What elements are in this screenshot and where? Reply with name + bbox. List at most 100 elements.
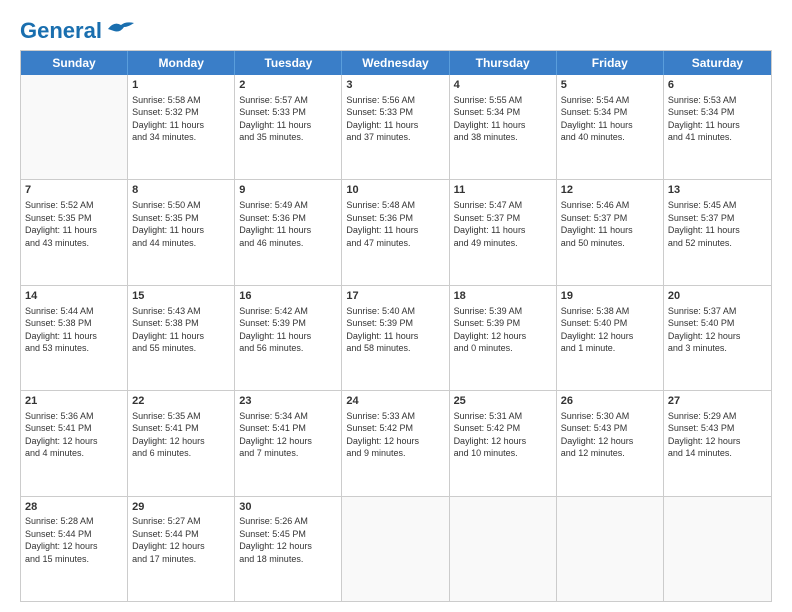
calendar-day-3: 3Sunrise: 5:56 AM Sunset: 5:33 PM Daylig… xyxy=(342,75,449,179)
logo-bird-icon xyxy=(106,19,136,39)
day-number: 19 xyxy=(561,289,659,304)
day-details: Sunrise: 5:58 AM Sunset: 5:32 PM Dayligh… xyxy=(132,95,204,142)
day-details: Sunrise: 5:48 AM Sunset: 5:36 PM Dayligh… xyxy=(346,200,418,247)
day-number: 21 xyxy=(25,394,123,409)
day-details: Sunrise: 5:53 AM Sunset: 5:34 PM Dayligh… xyxy=(668,95,740,142)
logo: General xyxy=(20,18,136,40)
calendar: SundayMondayTuesdayWednesdayThursdayFrid… xyxy=(20,50,772,602)
calendar-empty-cell xyxy=(664,497,771,601)
weekday-header-friday: Friday xyxy=(557,51,664,75)
day-number: 8 xyxy=(132,183,230,198)
day-details: Sunrise: 5:38 AM Sunset: 5:40 PM Dayligh… xyxy=(561,306,634,353)
day-number: 27 xyxy=(668,394,767,409)
day-number: 2 xyxy=(239,78,337,93)
calendar-day-20: 20 Sunrise: 5:37 AM Sunset: 5:40 PM Dayli… xyxy=(664,286,771,390)
calendar-day-1: 1Sunrise: 5:58 AM Sunset: 5:32 PM Daylig… xyxy=(128,75,235,179)
day-details: Sunrise: 5:50 AM Sunset: 5:35 PM Dayligh… xyxy=(132,200,204,247)
calendar-day-24: 24Sunrise: 5:33 AM Sunset: 5:42 PM Dayli… xyxy=(342,391,449,495)
day-number: 20 xyxy=(668,289,767,304)
day-number: 30 xyxy=(239,500,337,515)
weekday-header-wednesday: Wednesday xyxy=(342,51,449,75)
calendar-day-17: 17 Sunrise: 5:40 AM Sunset: 5:39 PM Dayli… xyxy=(342,286,449,390)
calendar-day-22: 22Sunrise: 5:35 AM Sunset: 5:41 PM Dayli… xyxy=(128,391,235,495)
day-number: 25 xyxy=(454,394,552,409)
day-details: Sunrise: 5:27 AM Sunset: 5:44 PM Dayligh… xyxy=(132,516,205,563)
calendar-day-7: 7Sunrise: 5:52 AM Sunset: 5:35 PM Daylig… xyxy=(21,180,128,284)
day-number: 28 xyxy=(25,500,123,515)
day-details: Sunrise: 5:45 AM Sunset: 5:37 PM Dayligh… xyxy=(668,200,740,247)
day-details: Sunrise: 5:42 AM Sunset: 5:39 PM Dayligh… xyxy=(239,306,311,353)
calendar-day-29: 29Sunrise: 5:27 AM Sunset: 5:44 PM Dayli… xyxy=(128,497,235,601)
calendar-row-3: 21 Sunrise: 5:36 AM Sunset: 5:41 PM Dayli… xyxy=(21,391,771,496)
day-details: Sunrise: 5:26 AM Sunset: 5:45 PM Dayligh… xyxy=(239,516,312,563)
calendar-empty-cell xyxy=(21,75,128,179)
day-number: 3 xyxy=(346,78,444,93)
calendar-day-9: 9 Sunrise: 5:49 AM Sunset: 5:36 PM Daylig… xyxy=(235,180,342,284)
calendar-day-12: 12 Sunrise: 5:46 AM Sunset: 5:37 PM Dayli… xyxy=(557,180,664,284)
calendar-day-30: 30Sunrise: 5:26 AM Sunset: 5:45 PM Dayli… xyxy=(235,497,342,601)
calendar-day-26: 26Sunrise: 5:30 AM Sunset: 5:43 PM Dayli… xyxy=(557,391,664,495)
day-details: Sunrise: 5:30 AM Sunset: 5:43 PM Dayligh… xyxy=(561,411,634,458)
calendar-day-10: 10 Sunrise: 5:48 AM Sunset: 5:36 PM Dayli… xyxy=(342,180,449,284)
day-details: Sunrise: 5:35 AM Sunset: 5:41 PM Dayligh… xyxy=(132,411,205,458)
calendar-day-4: 4 Sunrise: 5:55 AM Sunset: 5:34 PM Daylig… xyxy=(450,75,557,179)
calendar-day-6: 6 Sunrise: 5:53 AM Sunset: 5:34 PM Daylig… xyxy=(664,75,771,179)
day-number: 24 xyxy=(346,394,444,409)
day-number: 18 xyxy=(454,289,552,304)
day-details: Sunrise: 5:47 AM Sunset: 5:37 PM Dayligh… xyxy=(454,200,526,247)
day-number: 14 xyxy=(25,289,123,304)
calendar-row-1: 7Sunrise: 5:52 AM Sunset: 5:35 PM Daylig… xyxy=(21,180,771,285)
day-number: 17 xyxy=(346,289,444,304)
weekday-header-saturday: Saturday xyxy=(664,51,771,75)
calendar-row-4: 28Sunrise: 5:28 AM Sunset: 5:44 PM Dayli… xyxy=(21,497,771,601)
day-details: Sunrise: 5:29 AM Sunset: 5:43 PM Dayligh… xyxy=(668,411,741,458)
day-details: Sunrise: 5:46 AM Sunset: 5:37 PM Dayligh… xyxy=(561,200,633,247)
weekday-header-sunday: Sunday xyxy=(21,51,128,75)
calendar-day-13: 13 Sunrise: 5:45 AM Sunset: 5:37 PM Dayli… xyxy=(664,180,771,284)
day-number: 4 xyxy=(454,78,552,93)
page: General SundayMondayTuesdayWednesdayThur… xyxy=(0,0,792,612)
header: General xyxy=(20,18,772,40)
day-number: 5 xyxy=(561,78,659,93)
calendar-day-11: 11 Sunrise: 5:47 AM Sunset: 5:37 PM Dayli… xyxy=(450,180,557,284)
calendar-day-15: 15 Sunrise: 5:43 AM Sunset: 5:38 PM Dayli… xyxy=(128,286,235,390)
calendar-day-14: 14Sunrise: 5:44 AM Sunset: 5:38 PM Dayli… xyxy=(21,286,128,390)
day-details: Sunrise: 5:36 AM Sunset: 5:41 PM Dayligh… xyxy=(25,411,98,458)
day-details: Sunrise: 5:39 AM Sunset: 5:39 PM Dayligh… xyxy=(454,306,527,353)
day-details: Sunrise: 5:43 AM Sunset: 5:38 PM Dayligh… xyxy=(132,306,204,353)
calendar-day-23: 23Sunrise: 5:34 AM Sunset: 5:41 PM Dayli… xyxy=(235,391,342,495)
day-number: 13 xyxy=(668,183,767,198)
day-details: Sunrise: 5:55 AM Sunset: 5:34 PM Dayligh… xyxy=(454,95,526,142)
day-number: 11 xyxy=(454,183,552,198)
day-number: 15 xyxy=(132,289,230,304)
day-number: 16 xyxy=(239,289,337,304)
calendar-row-2: 14Sunrise: 5:44 AM Sunset: 5:38 PM Dayli… xyxy=(21,286,771,391)
day-details: Sunrise: 5:49 AM Sunset: 5:36 PM Dayligh… xyxy=(239,200,311,247)
day-number: 29 xyxy=(132,500,230,515)
calendar-empty-cell xyxy=(557,497,664,601)
calendar-empty-cell xyxy=(450,497,557,601)
calendar-day-25: 25 Sunrise: 5:31 AM Sunset: 5:42 PM Dayli… xyxy=(450,391,557,495)
weekday-header-thursday: Thursday xyxy=(450,51,557,75)
calendar-day-18: 18 Sunrise: 5:39 AM Sunset: 5:39 PM Dayli… xyxy=(450,286,557,390)
calendar-day-5: 5 Sunrise: 5:54 AM Sunset: 5:34 PM Daylig… xyxy=(557,75,664,179)
weekday-header-monday: Monday xyxy=(128,51,235,75)
day-details: Sunrise: 5:54 AM Sunset: 5:34 PM Dayligh… xyxy=(561,95,633,142)
calendar-day-16: 16 Sunrise: 5:42 AM Sunset: 5:39 PM Dayli… xyxy=(235,286,342,390)
day-number: 6 xyxy=(668,78,767,93)
day-details: Sunrise: 5:40 AM Sunset: 5:39 PM Dayligh… xyxy=(346,306,418,353)
calendar-body: 1Sunrise: 5:58 AM Sunset: 5:32 PM Daylig… xyxy=(21,75,771,601)
calendar-day-2: 2 Sunrise: 5:57 AM Sunset: 5:33 PM Daylig… xyxy=(235,75,342,179)
logo-name: General xyxy=(20,18,136,40)
day-number: 12 xyxy=(561,183,659,198)
weekday-header-tuesday: Tuesday xyxy=(235,51,342,75)
day-number: 10 xyxy=(346,183,444,198)
calendar-day-21: 21 Sunrise: 5:36 AM Sunset: 5:41 PM Dayli… xyxy=(21,391,128,495)
day-details: Sunrise: 5:28 AM Sunset: 5:44 PM Dayligh… xyxy=(25,516,98,563)
day-details: Sunrise: 5:37 AM Sunset: 5:40 PM Dayligh… xyxy=(668,306,741,353)
day-details: Sunrise: 5:52 AM Sunset: 5:35 PM Dayligh… xyxy=(25,200,97,247)
day-details: Sunrise: 5:31 AM Sunset: 5:42 PM Dayligh… xyxy=(454,411,527,458)
day-number: 9 xyxy=(239,183,337,198)
day-details: Sunrise: 5:57 AM Sunset: 5:33 PM Dayligh… xyxy=(239,95,311,142)
calendar-day-28: 28Sunrise: 5:28 AM Sunset: 5:44 PM Dayli… xyxy=(21,497,128,601)
